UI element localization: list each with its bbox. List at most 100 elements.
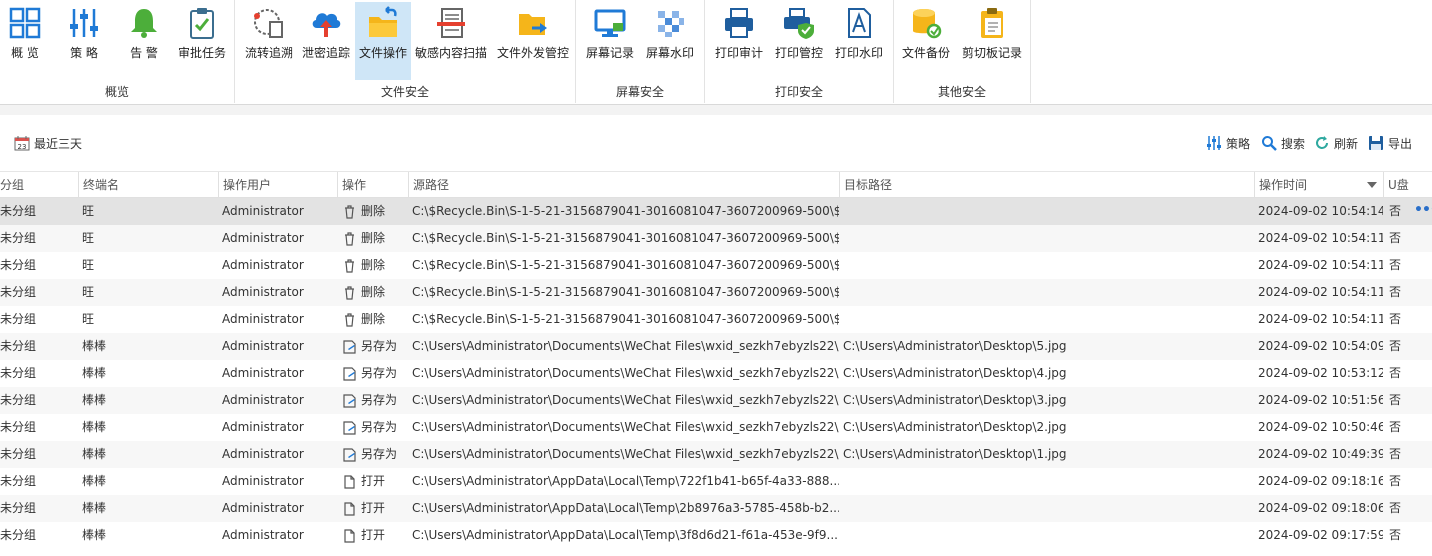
cell-usb: 否 [1389,474,1402,488]
cell-usb: 否 [1389,447,1402,461]
table-row[interactable]: 未分组 棒棒 Administrator 打开 C:\Users\Administrat… [0,522,1432,549]
group-label-overview: 概览 [104,85,129,99]
table-row[interactable]: 未分组 棒棒 Administrator 另存为 C:\Users\Administra… [0,360,1432,387]
cell-user: Administrator [222,528,304,542]
operation-label: 删除 [361,204,386,218]
policy-button[interactable]: 策 略 [61,2,107,80]
table-row[interactable]: 未分组 棒棒 Administrator 另存为 C:\Users\Administra… [0,414,1432,441]
approval-task-button[interactable]: 审批任务 [174,2,230,80]
table-row[interactable]: 未分组 旺 Administrator 删除 C:\$Recycle.Bin\S-1-5… [0,198,1432,225]
flow-trace-label: 流转追溯 [244,46,293,60]
cell-time: 2024-09-02 10:49:39 [1258,447,1383,461]
cell-target-path: C:\Users\Administrator\Desktop\1.jpg [843,447,1067,461]
table-row[interactable]: 未分组 棒棒 Administrator 另存为 C:\Users\Administra… [0,441,1432,468]
save-as-icon [343,447,356,462]
operation-label: 另存为 [361,420,398,434]
file-operation-label: 文件操作 [358,46,407,60]
alert-button[interactable]: 告 警 [121,2,167,80]
table-row[interactable]: 未分组 旺 Administrator 删除 C:\$Recycle.Bin\S-1-5… [0,279,1432,306]
file-backup-button[interactable]: 文件备份 [898,2,954,80]
table-row[interactable]: 未分组 旺 Administrator 删除 C:\$Recycle.Bin\S-1-5… [0,306,1432,333]
cell-time: 2024-09-02 10:50:46 [1258,420,1383,434]
col-header-group[interactable]: 分组 [0,172,78,198]
cell-target-path [839,306,1254,333]
col-header-operation[interactable]: 操作 [337,172,408,198]
sensitive-scan-label: 敏感内容扫描 [414,46,487,60]
refresh-button[interactable]: 刷新 [1314,133,1358,153]
cell-group: 未分组 [0,366,37,380]
date-range-filter[interactable]: 23 最近三天 [14,133,82,153]
cell-terminal: 旺 [82,231,95,245]
cell-terminal: 棒棒 [82,528,107,542]
cell-usb: 否 [1389,204,1402,218]
flow-trace-button[interactable]: 流转追溯 [241,2,297,80]
cell-target-path [839,279,1254,306]
save-as-icon [343,366,356,381]
cell-user: Administrator [222,366,304,380]
print-audit-button[interactable]: 打印审计 [711,2,767,80]
table-row[interactable]: 未分组 旺 Administrator 删除 C:\$Recycle.Bin\S-1-5… [0,225,1432,252]
screen-record-button[interactable]: 屏幕记录 [582,2,638,80]
print-control-label: 打印管控 [774,46,823,60]
database-backup-icon [913,9,942,39]
cell-user: Administrator [222,204,304,218]
col-header-usb[interactable]: U盘 [1383,172,1432,198]
more-options-icon[interactable]: ••• [1414,198,1432,225]
col-header-terminal[interactable]: 终端名 [78,172,218,198]
cell-operation: 打开 [337,468,408,495]
policy-filter-button[interactable]: 策略 [1206,133,1250,153]
operation-label: 打开 [361,474,386,488]
search-button[interactable]: 搜索 [1261,133,1305,153]
overview-button[interactable]: 概 览 [2,2,48,80]
cell-group: 未分组 [0,447,37,461]
print-watermark-button[interactable]: 打印水印 [831,2,887,80]
clipboard-record-button[interactable]: 剪切板记录 [958,2,1026,80]
trash-icon [345,258,354,273]
ribbon-toolbar: 概 览 策 略 告 警 审批任务 概览 流转追溯 泄密追踪 文件操作 敏感内容扫… [0,0,1432,105]
cell-group: 未分组 [0,528,37,542]
cell-target-path [839,198,1254,225]
date-range-label: 最近三天 [34,136,83,151]
cell-source-path: C:\$Recycle.Bin\S-1-5-21-3156879041-3016… [412,285,839,299]
export-button[interactable]: 导出 [1368,133,1412,153]
print-control-button[interactable]: 打印管控 [771,2,827,80]
table-row[interactable]: 未分组 棒棒 Administrator 打开 C:\Users\Administrat… [0,468,1432,495]
cell-user: Administrator [222,393,304,407]
cell-operation: 另存为 [337,414,408,441]
ribbon-group-print-security: 打印审计 打印管控 打印水印 打印安全 [705,0,894,103]
leak-track-button[interactable]: 泄密追踪 [299,2,353,80]
ribbon-group-screen-security: 屏幕记录 屏幕水印 屏幕安全 [576,0,705,103]
cell-source-path: C:\$Recycle.Bin\S-1-5-21-3156879041-3016… [412,231,839,245]
table-row[interactable]: 未分组 棒棒 Administrator 另存为 C:\Users\Administra… [0,387,1432,414]
cell-target-path [839,252,1254,279]
trash-icon [345,285,354,300]
cell-group: 未分组 [0,420,37,434]
cell-time: 2024-09-02 09:18:16 [1258,474,1383,488]
table-row[interactable]: 未分组 棒棒 Administrator 打开 C:\Users\Administrat… [0,495,1432,522]
cell-usb: 否 [1389,231,1402,245]
cell-source-path: C:\Users\Administrator\Documents\WeChat … [412,447,839,461]
table-row[interactable]: 未分组 棒棒 Administrator 另存为 C:\Users\Administra… [0,333,1432,360]
col-header-time[interactable]: 操作时间 [1254,172,1383,198]
cell-source-path: C:\$Recycle.Bin\S-1-5-21-3156879041-3016… [412,204,839,218]
cell-group: 未分组 [0,501,37,515]
cell-target-path: C:\Users\Administrator\Desktop\2.jpg [843,420,1067,434]
cell-operation: 删除 [337,198,408,225]
col-header-target-path[interactable]: 目标路径 [839,172,1254,198]
cell-terminal: 棒棒 [82,501,107,515]
cell-group: 未分组 [0,285,37,299]
cell-group: 未分组 [0,312,37,326]
table-row[interactable]: 未分组 旺 Administrator 删除 C:\$Recycle.Bin\S-1-5… [0,252,1432,279]
col-header-user[interactable]: 操作用户 [218,172,337,198]
file-operation-button[interactable]: 文件操作 [355,2,411,80]
cell-terminal: 棒棒 [82,393,107,407]
file-outbound-control-button[interactable]: 文件外发管控 [493,2,573,80]
col-header-source-path[interactable]: 源路径 [408,172,839,198]
screen-watermark-button[interactable]: 屏幕水印 [642,2,698,80]
cell-group: 未分组 [0,474,37,488]
print-watermark-label: 打印水印 [834,46,883,60]
operation-label: 另存为 [361,393,398,407]
cell-terminal: 旺 [82,204,95,218]
sort-desc-icon[interactable] [1367,182,1377,188]
sensitive-scan-button[interactable]: 敏感内容扫描 [413,2,489,80]
